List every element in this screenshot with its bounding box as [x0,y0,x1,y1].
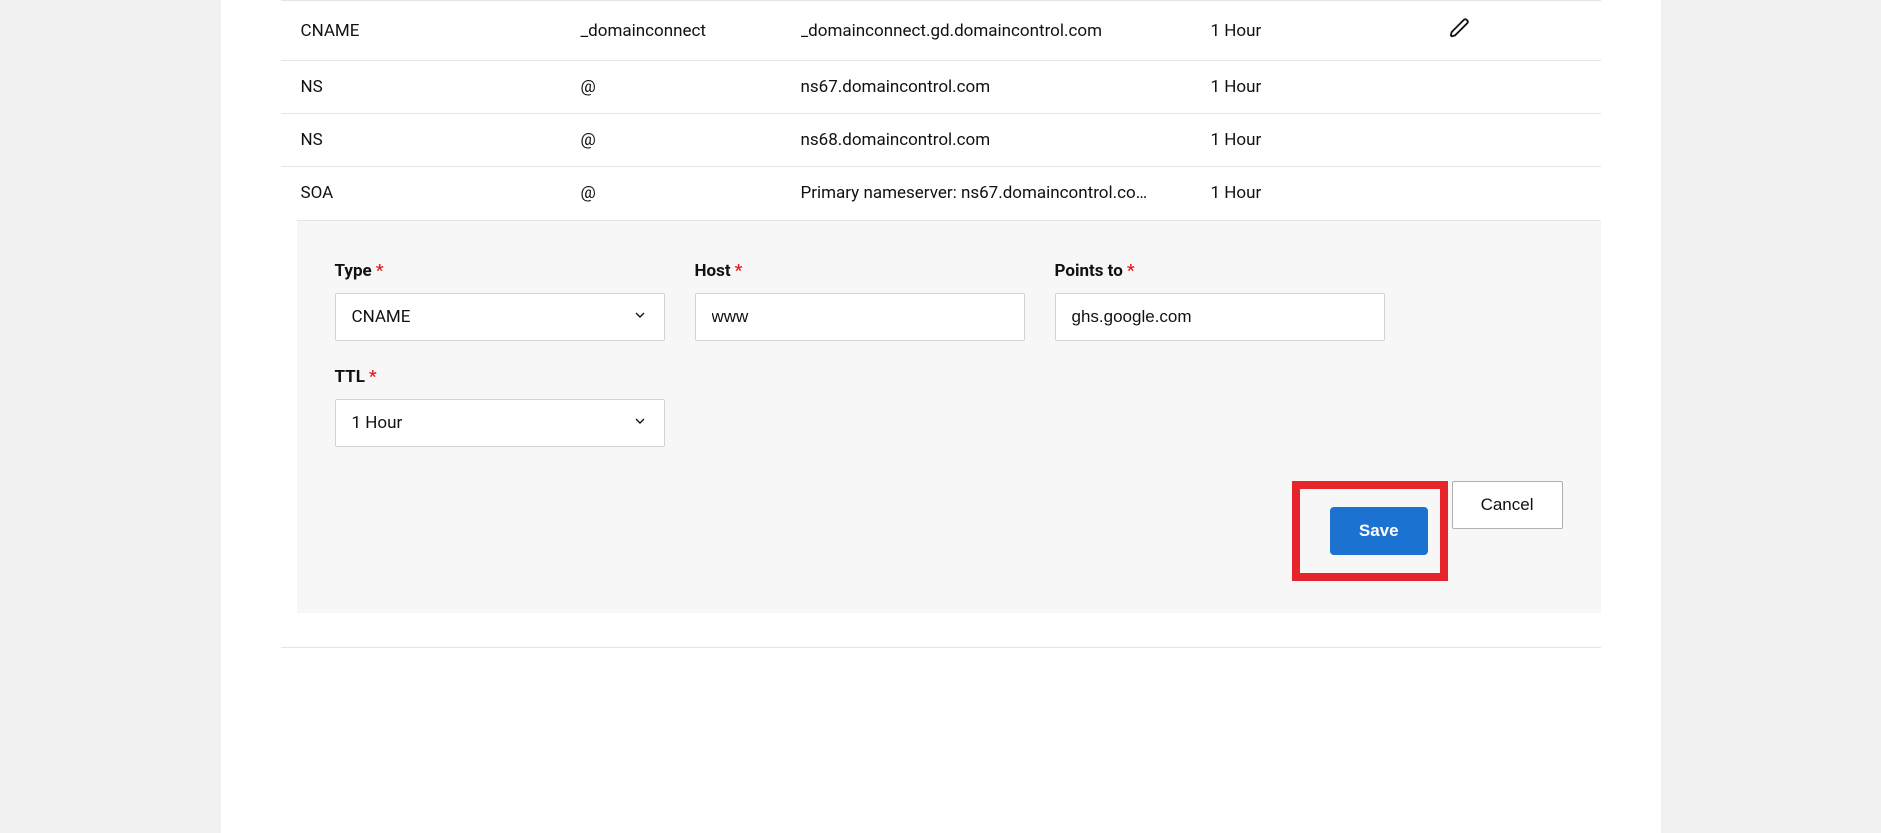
record-ttl: 1 Hour [1211,21,1421,41]
ttl-label: TTL* [335,367,665,387]
page-background: CNAME _domainconnect _domainconnect.gd.d… [0,0,1881,833]
divider [281,647,1601,648]
type-label: Type* [335,261,665,281]
chevron-down-icon [632,413,648,434]
save-button[interactable]: Save [1330,507,1428,555]
ttl-select-value: 1 Hour [352,413,403,433]
points-to-input[interactable] [1055,293,1385,341]
ttl-select[interactable]: 1 Hour [335,399,665,447]
record-value: _domainconnect.gd.domaincontrol.com [801,21,1211,41]
host-label: Host* [695,261,1025,281]
save-highlight-box: Save [1292,481,1448,581]
record-host: @ [581,130,801,150]
record-ttl: 1 Hour [1211,77,1421,97]
chevron-down-icon [632,307,648,328]
record-type: NS [281,77,581,97]
record-ttl: 1 Hour [1211,183,1421,203]
record-type: CNAME [281,21,581,41]
dns-management-panel: CNAME _domainconnect _domainconnect.gd.d… [221,0,1661,833]
table-row: NS @ ns67.domaincontrol.com 1 Hour [281,60,1601,113]
points-to-label: Points to* [1055,261,1385,281]
table-row: CNAME _domainconnect _domainconnect.gd.d… [281,0,1601,60]
host-input[interactable] [695,293,1025,341]
record-host: @ [581,183,801,203]
pencil-icon[interactable] [1449,17,1471,39]
record-host: @ [581,77,801,97]
record-host: _domainconnect [581,21,801,41]
record-ttl: 1 Hour [1211,130,1421,150]
record-type: NS [281,130,581,150]
record-value: ns67.domaincontrol.com [801,77,1211,97]
record-value: Primary nameserver: ns67.domaincontrol.c… [801,183,1211,203]
type-select[interactable]: CNAME [335,293,665,341]
record-value: ns68.domaincontrol.com [801,130,1211,150]
table-row: NS @ ns68.domaincontrol.com 1 Hour [281,113,1601,166]
add-record-form: Type* CNAME Host* [297,220,1601,613]
table-row: SOA @ Primary nameserver: ns67.domaincon… [281,166,1601,219]
cancel-button[interactable]: Cancel [1452,481,1563,529]
dns-records-table: CNAME _domainconnect _domainconnect.gd.d… [281,0,1601,219]
record-type: SOA [281,183,581,203]
type-select-value: CNAME [352,307,411,327]
